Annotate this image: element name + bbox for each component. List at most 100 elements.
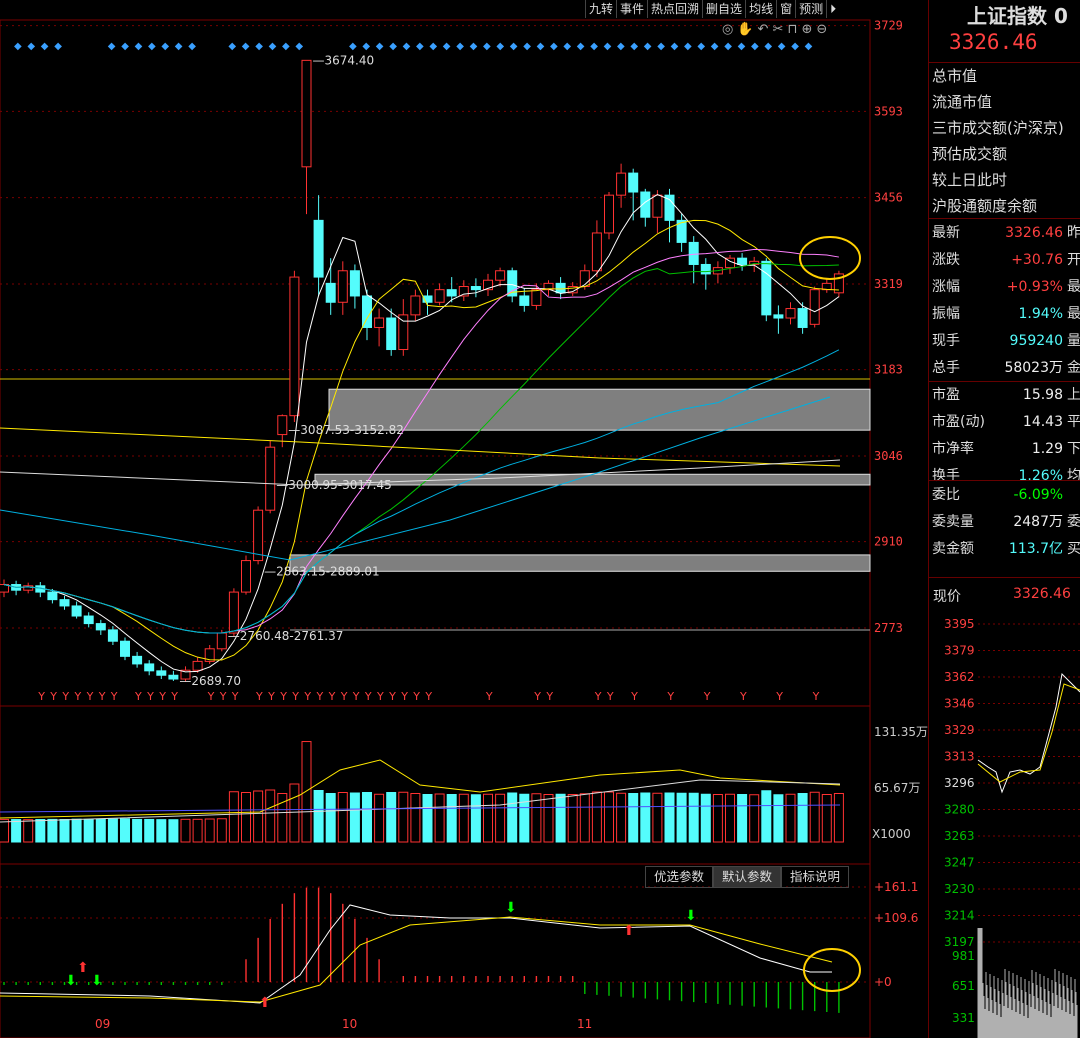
signal-marker: ◆: [175, 41, 183, 52]
price-zone: [314, 473, 871, 486]
candle-body: [337, 270, 348, 303]
candle-body: [192, 660, 203, 671]
volume-bar: [737, 794, 748, 843]
stat-value: 2487万: [1013, 514, 1063, 530]
signal-marker: ◆: [416, 41, 424, 52]
sell-signal-arrow: ⬇: [685, 908, 697, 924]
toolbar-ma-button[interactable]: 均线: [745, 0, 776, 18]
total-market-value-label: 总市值: [932, 67, 978, 85]
candle-body: [628, 172, 639, 193]
toolbar-event-button[interactable]: 事件: [616, 0, 647, 18]
scissors-icon[interactable]: ✂: [772, 22, 783, 37]
signal-marker: ◆: [456, 41, 464, 52]
eye-icon[interactable]: ◎: [722, 22, 733, 37]
signal-marker: Y: [412, 690, 420, 703]
candle-body: [604, 194, 614, 234]
undo-icon[interactable]: ↶: [758, 22, 769, 37]
candle-body: [277, 415, 288, 436]
price-annotation: —2863.15-2889.01: [264, 564, 380, 578]
volume-bar: [410, 793, 421, 843]
intraday-price-tick: 3313: [944, 750, 975, 764]
lock-icon[interactable]: ⊓: [787, 22, 797, 37]
stat-suffix: 上: [1067, 387, 1080, 403]
intraday-chart[interactable]: 3395 3379 3362 3346 3329 3313 3296 3280 3263 3247…: [930, 612, 1080, 1038]
volume-bar: [785, 793, 796, 843]
stat-suffix: 最: [1067, 306, 1080, 322]
y-tick-label: 2773: [874, 621, 903, 635]
volume-bar: [120, 818, 130, 843]
signal-marker: ◆: [738, 41, 746, 52]
signal-marker: Y: [376, 690, 384, 703]
stat-suffix: 开: [1067, 252, 1080, 268]
intraday-price-tick: 3395: [944, 617, 975, 631]
signal-marker: ◆: [764, 41, 772, 52]
signal-marker: ◆: [443, 41, 451, 52]
signal-marker: Y: [279, 690, 287, 703]
volume-bar: [349, 792, 360, 843]
zoom-out-icon[interactable]: ⊖: [816, 22, 827, 37]
candle-body: [228, 591, 239, 634]
volume-bar: [567, 794, 578, 843]
volume-bar: [132, 818, 143, 843]
stat-suffix: 最: [1067, 279, 1080, 295]
chart-tools: ◎ ✋ ↶ ✂ ⊓ ⊕ ⊖: [722, 22, 827, 37]
toolbar-window-button[interactable]: 窗: [776, 0, 795, 18]
volume-bar: [591, 791, 602, 843]
toolbar-expand-icon[interactable]: ⏵: [826, 0, 839, 18]
toolbar-hotspot-button[interactable]: 热点回溯: [647, 0, 702, 18]
toolbar-remove-watch-button[interactable]: 删自选: [702, 0, 745, 18]
signal-marker: Y: [533, 690, 541, 703]
candle-body: [120, 640, 130, 657]
signal-marker: ◆: [657, 41, 665, 52]
volume-bar: [192, 818, 203, 843]
y-tick-label: 3593: [874, 104, 903, 118]
stat-row: 委比 -6.09%: [932, 482, 1080, 509]
signal-marker: Y: [74, 690, 82, 703]
volume-bar: [652, 792, 663, 843]
stat-row: 总手 58023万金: [932, 355, 1080, 382]
signal-marker: Y: [291, 690, 299, 703]
stat-value: -6.09%: [1013, 487, 1063, 503]
signal-marker: Y: [352, 690, 360, 703]
volume-bar: [301, 741, 312, 843]
volume-bar: [35, 819, 46, 843]
moving-average-line: [3, 248, 839, 634]
toolbar-jiuzhuan-button[interactable]: 九转: [585, 0, 616, 18]
stat-label: 委卖量: [932, 514, 974, 530]
current-price-value: 3326.46: [1013, 586, 1071, 602]
price-annotation: —2689.70: [179, 674, 241, 688]
indicator-help-button[interactable]: 指标说明: [781, 866, 850, 888]
volume-bar: [216, 818, 227, 843]
volume-bar: [555, 793, 566, 843]
zoom-in-icon[interactable]: ⊕: [802, 22, 813, 37]
signal-marker: ◆: [282, 41, 290, 52]
signal-marker: Y: [170, 690, 178, 703]
toolbar-predict-button[interactable]: 预测: [795, 0, 826, 18]
stat-row: 卖金额 113.7亿买: [932, 536, 1080, 563]
sell-signal-arrow: ⬇: [65, 973, 77, 989]
candle-body: [737, 257, 748, 265]
candle-body: [797, 308, 808, 328]
stat-row: 涨跌 +30.76 开: [932, 247, 1080, 274]
stat-suffix: 昨: [1067, 225, 1080, 241]
buy-signal-arrow: ⬆: [77, 960, 89, 976]
signal-marker: ◆: [697, 41, 705, 52]
volume-bar: [543, 794, 554, 843]
candle-body: [374, 317, 385, 328]
signal-marker: ◆: [563, 41, 571, 52]
optimal-params-button[interactable]: 优选参数: [645, 866, 714, 888]
signal-marker: Y: [340, 690, 348, 703]
intraday-price-tick: 3329: [944, 723, 975, 737]
signal-marker: ◆: [349, 41, 357, 52]
signal-marker: ◆: [684, 41, 692, 52]
volume-bar: [107, 818, 118, 843]
volume-bar: [483, 793, 493, 843]
signal-marker: ◆: [577, 41, 585, 52]
default-params-button[interactable]: 默认参数: [713, 866, 782, 888]
volume-bar: [71, 818, 82, 843]
intraday-price-tick: 3296: [944, 776, 975, 790]
intraday-price-tick: 3247: [944, 856, 975, 870]
candle-body: [362, 295, 372, 328]
hand-icon[interactable]: ✋: [737, 22, 753, 37]
stat-suffix: 下: [1067, 441, 1080, 457]
